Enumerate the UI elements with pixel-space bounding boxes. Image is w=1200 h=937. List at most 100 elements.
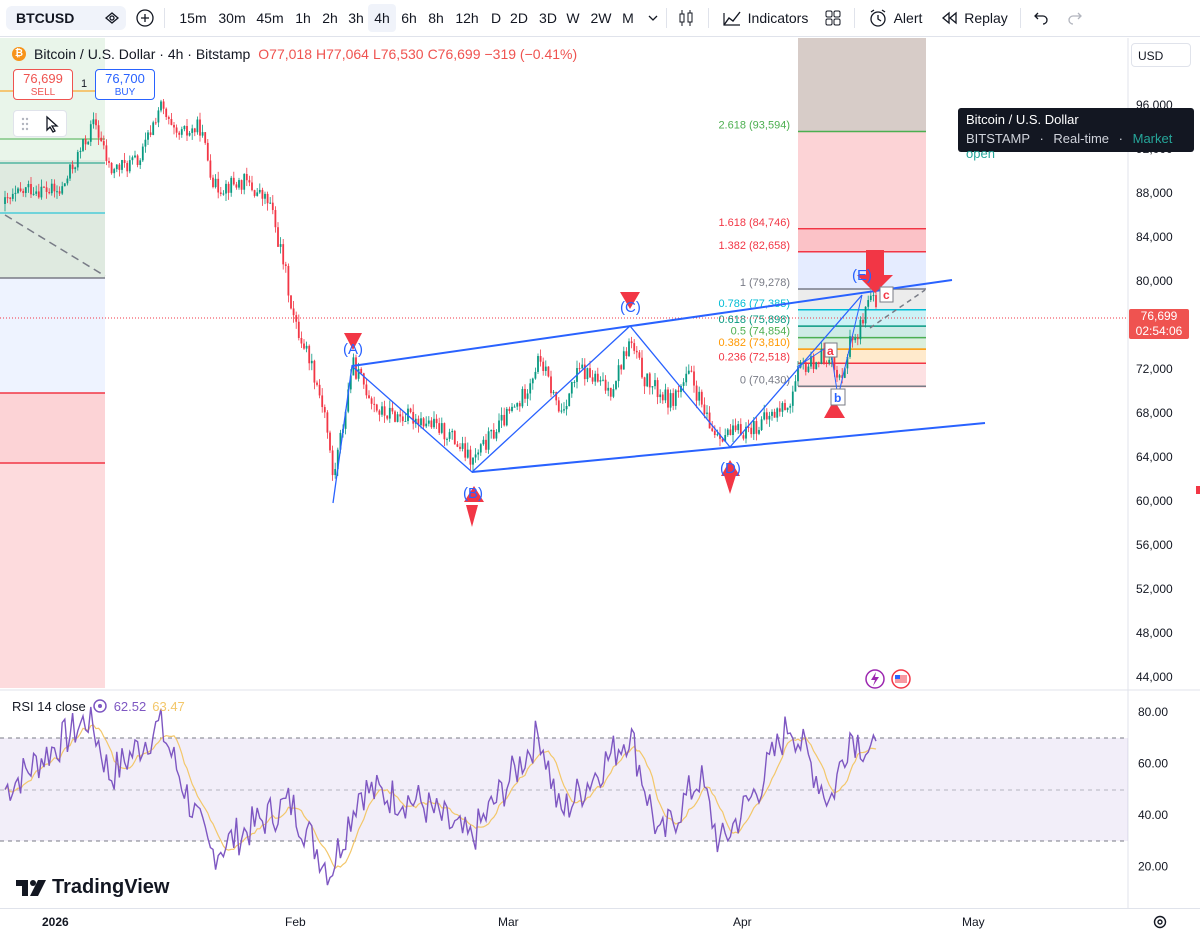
candle-body xyxy=(448,432,451,439)
candle-body xyxy=(180,129,183,135)
candle-body xyxy=(245,173,248,181)
rsi-legend[interactable]: RSI 14 close 62.52 63.47 xyxy=(12,698,185,714)
settings-gear-icon[interactable] xyxy=(1152,914,1168,930)
candle-body xyxy=(635,350,638,353)
candle-body xyxy=(323,407,326,413)
candle-body xyxy=(334,469,337,476)
buy-price: 76,700 xyxy=(105,71,145,86)
time-axis[interactable]: 2026 Feb Mar Apr May xyxy=(0,908,1200,937)
candle-body xyxy=(856,337,859,340)
candle-body xyxy=(698,391,701,401)
timeframe-8h[interactable]: 8h xyxy=(423,4,449,32)
buy-label: BUY xyxy=(114,87,136,98)
timeframe-12h[interactable]: 12h xyxy=(451,4,483,32)
candle-body xyxy=(518,403,521,407)
replay-button[interactable]: Replay xyxy=(938,4,1010,32)
fib-label: 0 (70,430) xyxy=(740,374,790,386)
buy-button[interactable]: 76,700 BUY xyxy=(95,69,155,100)
candle-body xyxy=(401,416,404,422)
chart-legend[interactable]: ₿ Bitcoin / U.S. Dollar · 4h · Bitstamp … xyxy=(12,46,577,62)
time-label-2026: 2026 xyxy=(42,915,69,929)
candle-body xyxy=(217,178,220,193)
drawing-tool-widget[interactable] xyxy=(13,110,67,137)
cursor-arrow-icon[interactable] xyxy=(44,115,60,133)
sell-button[interactable]: 76,699 SELL xyxy=(13,69,73,100)
redo-button[interactable] xyxy=(1064,4,1086,32)
alert-button[interactable]: Alert xyxy=(864,4,926,32)
timeframe-4h[interactable]: 4h xyxy=(368,4,396,32)
tradingview-logo-icon xyxy=(16,879,46,896)
currency-selector[interactable]: USD xyxy=(1131,43,1191,67)
plus-circle-icon xyxy=(136,9,154,27)
candle-body xyxy=(765,412,768,420)
candle-body xyxy=(568,393,571,407)
chevron-down-icon[interactable] xyxy=(648,14,658,22)
candle-body xyxy=(755,420,758,434)
price-axis-label: 68,000 xyxy=(1136,406,1173,420)
candle-body xyxy=(292,308,295,316)
event-icons[interactable] xyxy=(864,668,914,690)
candle-body xyxy=(570,382,573,394)
timeframe-15m[interactable]: 15m xyxy=(173,4,213,32)
fib-label: 0.382 (73,810) xyxy=(718,337,790,349)
candle-body xyxy=(661,394,664,401)
chart-type-button[interactable] xyxy=(676,4,696,32)
timeframe-3D[interactable]: 3D xyxy=(534,4,562,32)
candle-body xyxy=(469,449,472,465)
candle-body xyxy=(225,183,227,194)
candle-body xyxy=(110,162,113,174)
timeframe-D[interactable]: D xyxy=(486,4,506,32)
candle-body xyxy=(232,177,235,185)
candle-body xyxy=(6,197,9,199)
refresh-icon[interactable] xyxy=(92,698,108,714)
candle-body xyxy=(243,173,246,190)
candle-body xyxy=(329,432,331,451)
symbol-search[interactable]: BTCUSD xyxy=(6,6,126,30)
candle-body xyxy=(443,423,446,440)
candle-body xyxy=(219,192,222,194)
templates-button[interactable] xyxy=(822,4,844,32)
indicators-button[interactable]: Indicators xyxy=(720,4,810,32)
fib-label: 1.382 (82,658) xyxy=(718,240,790,252)
candle-body xyxy=(677,390,680,393)
candle-body xyxy=(144,139,147,147)
rsi-title: RSI 14 close xyxy=(12,698,86,714)
timeframe-45m[interactable]: 45m xyxy=(251,4,289,32)
timeframe-2W[interactable]: 2W xyxy=(586,4,616,32)
candle-body xyxy=(713,430,716,435)
timeframe-W[interactable]: W xyxy=(561,4,585,32)
price-chart[interactable]: 2.618 (93,594) 1.618 (84,746) 1.382 (82,65… xyxy=(0,38,1200,908)
candle-body xyxy=(373,403,376,405)
candle-body xyxy=(596,373,599,382)
timeframe-1h[interactable]: 1h xyxy=(290,4,316,32)
tradingview-logo[interactable]: TradingView xyxy=(16,876,169,899)
time-label-feb: Feb xyxy=(285,915,306,929)
timeframe-2h[interactable]: 2h xyxy=(317,4,343,32)
candle-body xyxy=(95,119,97,126)
candle-body xyxy=(594,373,597,382)
drag-handle-icon[interactable] xyxy=(20,116,30,132)
eye-icon[interactable] xyxy=(104,10,120,26)
separator xyxy=(708,8,709,28)
candle-body xyxy=(305,345,308,349)
candle-body xyxy=(498,420,500,432)
timeframe-6h[interactable]: 6h xyxy=(396,4,422,32)
add-symbol-button[interactable] xyxy=(134,4,156,32)
candle-body xyxy=(425,423,428,427)
candle-body xyxy=(776,408,779,418)
timeframe-2D[interactable]: 2D xyxy=(505,4,533,32)
candle-body xyxy=(43,186,45,188)
candle-body xyxy=(560,410,563,412)
candle-body xyxy=(394,411,396,422)
undo-button[interactable] xyxy=(1030,4,1052,32)
price-axis-label: 84,000 xyxy=(1136,230,1173,244)
timeframe-3h[interactable]: 3h xyxy=(343,4,369,32)
candle-body xyxy=(812,356,815,370)
timeframe-M[interactable]: M xyxy=(617,4,639,32)
timeframe-30m[interactable]: 30m xyxy=(213,4,251,32)
grid-icon xyxy=(825,10,841,26)
price-axis-label: 52,000 xyxy=(1136,582,1173,596)
candle-body xyxy=(370,398,373,404)
candle-body xyxy=(453,430,456,445)
candle-body xyxy=(669,393,672,408)
